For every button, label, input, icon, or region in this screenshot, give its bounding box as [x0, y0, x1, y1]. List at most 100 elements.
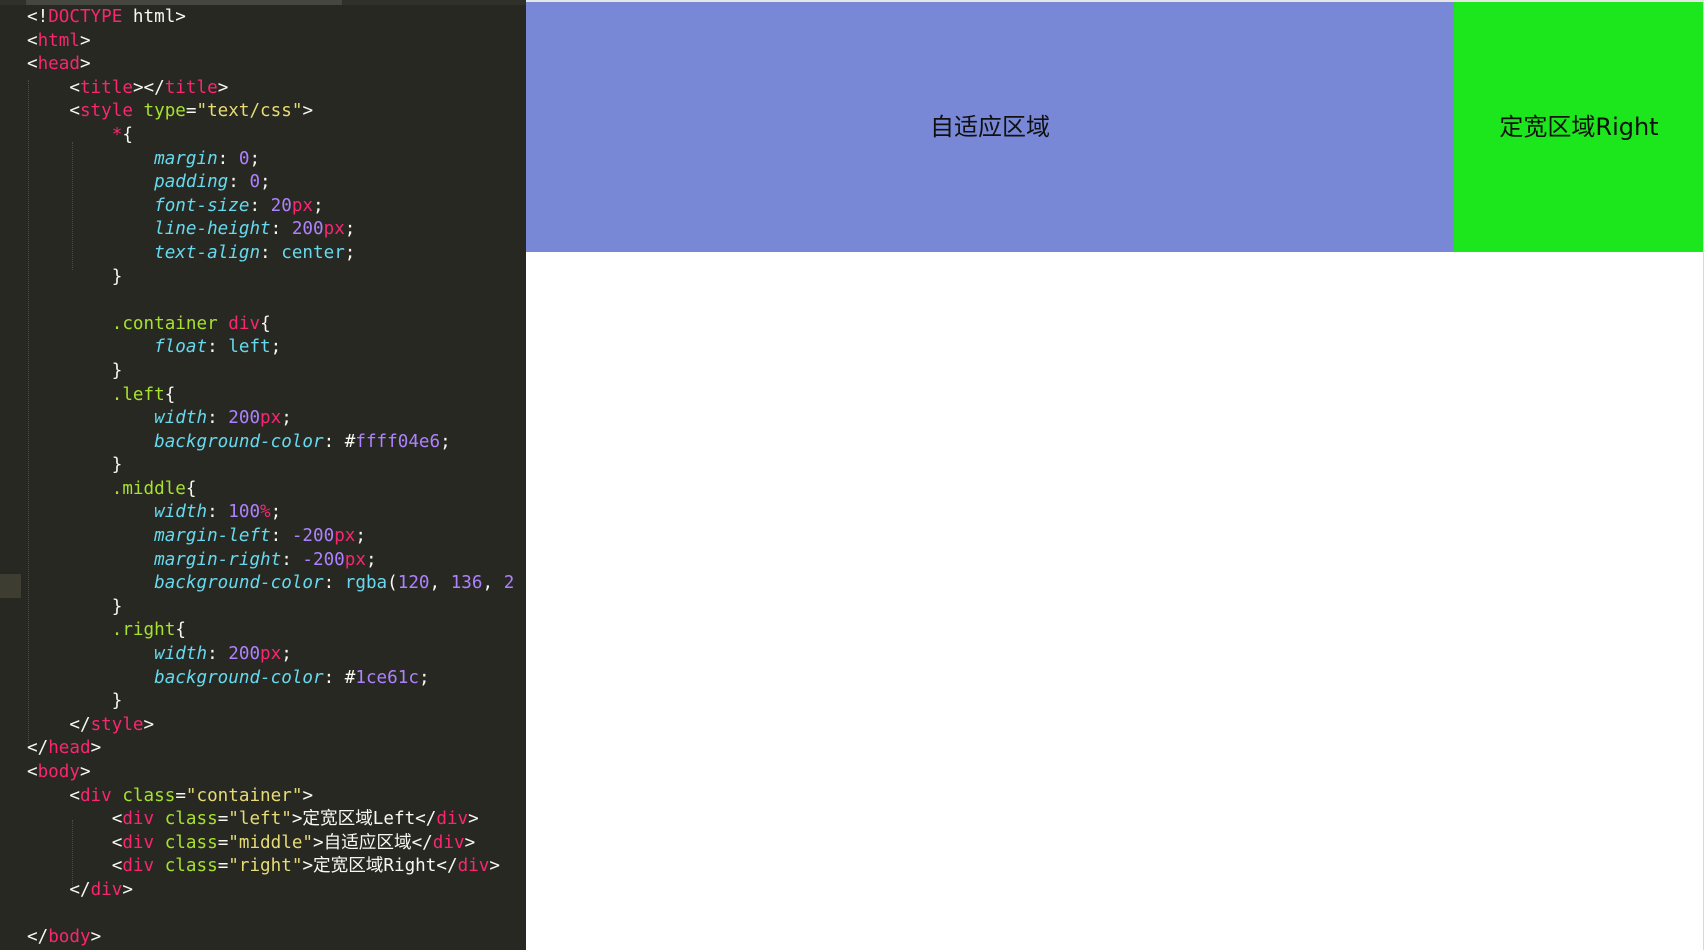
code-token: title	[164, 77, 218, 98]
code-line[interactable]	[27, 903, 514, 927]
code-token: text-align	[154, 242, 261, 263]
code-line[interactable]: .right{	[27, 619, 514, 643]
code-line[interactable]: .container div{	[27, 313, 514, 337]
code-token: 120	[397, 573, 430, 594]
code-line[interactable]: }	[27, 454, 514, 478]
code-token: >	[489, 856, 500, 877]
code-token: width	[154, 644, 208, 665]
code-token: "middle"	[228, 832, 314, 853]
code-token: 0	[249, 172, 261, 193]
code-line[interactable]: width: 100%;	[27, 501, 514, 525]
container: 自适应区域 定宽区域Right	[526, 2, 1704, 252]
code-line[interactable]: float: left;	[27, 336, 514, 360]
code-line[interactable]: <head>	[27, 53, 514, 77]
code-token: =	[217, 856, 229, 877]
code-token: 100	[228, 502, 261, 523]
code-token: }	[27, 455, 123, 476]
code-token: div	[432, 832, 465, 853]
code-line[interactable]: <!DOCTYPE html>	[27, 6, 514, 30]
code-token: px	[323, 219, 345, 240]
code-token: 200	[228, 408, 261, 429]
code-token: ;	[249, 148, 261, 169]
code-token: 0	[238, 148, 250, 169]
code-token: :	[207, 502, 229, 523]
code-line[interactable]: }	[27, 266, 514, 290]
code-line[interactable]: line-height: 200px;	[27, 218, 514, 242]
code-token: :	[228, 172, 250, 193]
code-token: >自适应区域</	[313, 832, 433, 853]
code-line[interactable]: <title></title>	[27, 77, 514, 101]
code-line[interactable]: *{	[27, 124, 514, 148]
code-token: :	[207, 337, 229, 358]
code-line[interactable]: margin: 0;	[27, 148, 514, 172]
code-token: ;	[355, 526, 366, 547]
code-token: >	[122, 879, 133, 900]
code-line[interactable]: width: 200px;	[27, 643, 514, 667]
code-token: >	[90, 927, 102, 948]
code-line[interactable]: .left{	[27, 384, 514, 408]
code-line[interactable]: <div class="left">定宽区域Left</div>	[27, 808, 514, 832]
code-line[interactable]: <div class="right">定宽区域Right</div>	[27, 855, 514, 879]
code-token: 200	[291, 219, 324, 240]
code-line[interactable]: }	[27, 690, 514, 714]
code-token: 2	[503, 573, 515, 594]
code-token: =	[175, 785, 186, 806]
code-token: >	[90, 738, 102, 759]
code-token: background-color	[154, 667, 324, 688]
code-editor[interactable]: <!DOCTYPE html> <html> <head> <title></tit…	[0, 0, 526, 950]
code-token: ;	[281, 408, 292, 429]
code-token: 136	[450, 573, 483, 594]
code-line[interactable]: padding: 0;	[27, 171, 514, 195]
code-token: rgba	[344, 573, 388, 594]
code-line[interactable]: }	[27, 360, 514, 384]
code-token: {	[260, 313, 271, 334]
code-line[interactable]: font-size: 20px;	[27, 195, 514, 219]
code-token: div	[90, 879, 123, 900]
code-line[interactable]: </body>	[27, 926, 514, 950]
code-line[interactable]: }	[27, 596, 514, 620]
code-token: {	[175, 620, 186, 641]
code-line[interactable]: background-color: #ffff04e6;	[27, 431, 514, 455]
code-line[interactable]: <body>	[27, 761, 514, 785]
code-line[interactable]: width: 200px;	[27, 407, 514, 431]
code-line[interactable]	[27, 289, 514, 313]
code-line[interactable]: </div>	[27, 879, 514, 903]
source-code[interactable]: <!DOCTYPE html> <html> <head> <title></tit…	[27, 6, 514, 950]
code-token: left	[228, 337, 271, 358]
code-token: </	[27, 714, 91, 735]
right-area: 定宽区域Right	[1454, 2, 1704, 252]
code-line[interactable]: text-align: center;	[27, 242, 514, 266]
code-token: >	[468, 809, 479, 830]
code-line[interactable]: <html>	[27, 30, 514, 54]
code-token: style	[79, 101, 133, 122]
code-line[interactable]: </style>	[27, 714, 514, 738]
code-token: :	[270, 526, 292, 547]
code-line[interactable]: <style type="text/css">	[27, 100, 514, 124]
code-line[interactable]: </head>	[27, 737, 514, 761]
editor-tab[interactable]	[26, 0, 342, 5]
code-token: <	[27, 54, 38, 75]
code-token: head	[48, 738, 91, 759]
code-line[interactable]: margin-right: -200px;	[27, 549, 514, 573]
code-token: 200	[228, 644, 261, 665]
code-line[interactable]: background-color: rgba(120, 136, 2	[27, 572, 514, 596]
code-line[interactable]: <div class="container">	[27, 785, 514, 809]
code-line[interactable]: background-color: #1ce61c;	[27, 667, 514, 691]
code-token: >	[302, 785, 314, 806]
code-token: px	[334, 526, 356, 547]
code-line[interactable]: margin-left: -200px;	[27, 525, 514, 549]
code-token: >定宽区域Left</	[291, 809, 437, 830]
code-line[interactable]: <div class="middle">自适应区域</div>	[27, 832, 514, 856]
code-line[interactable]: .middle{	[27, 478, 514, 502]
code-token: <	[27, 856, 123, 877]
code-token: -200	[302, 549, 345, 570]
code-token: :	[260, 242, 282, 263]
